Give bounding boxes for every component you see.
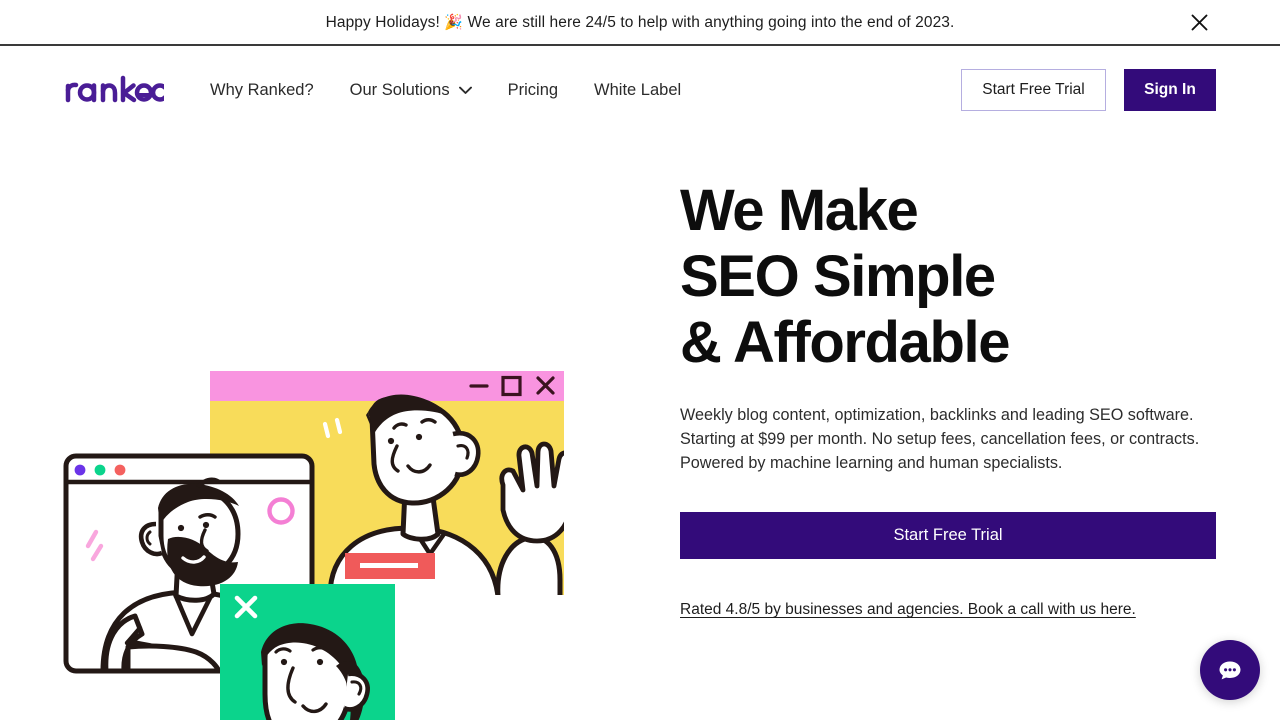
hero-copy: We Make SEO Simple & Affordable Weekly b…	[680, 178, 1225, 619]
hero-start-free-trial-button[interactable]: Start Free Trial	[680, 512, 1216, 559]
hero-title-line-1: We Make	[680, 178, 919, 243]
nav-item-pricing[interactable]: Pricing	[508, 81, 558, 100]
illustration-card-green	[220, 584, 395, 720]
hero-subtitle-line-2: Starting at $99 per month. No setup fees…	[680, 430, 1200, 448]
hero-subtitle-line-3: Powered by machine learning and human sp…	[680, 454, 1063, 472]
nav-label: White Label	[594, 80, 682, 99]
announcement-text-after: We are still here 24/5 to help with anyt…	[467, 13, 955, 31]
nav-item-our-solutions[interactable]: Our Solutions	[350, 81, 472, 100]
rating-book-call-link[interactable]: Rated 4.8/5 by businesses and agencies. …	[680, 601, 1136, 619]
ranked-logo[interactable]	[64, 73, 164, 107]
announcement-text-before: Happy Holidays!	[325, 13, 440, 31]
hero-subtitle: Weekly blog content, optimization, backl…	[680, 403, 1200, 475]
announcement-banner: Happy Holidays! 🎉 We are still here 24/5…	[0, 0, 1280, 46]
chat-bubble-icon	[1219, 661, 1241, 680]
hero-section: We Make SEO Simple & Affordable Weekly b…	[0, 134, 1280, 720]
chevron-down-icon	[458, 86, 472, 94]
nav-item-white-label[interactable]: White Label	[594, 81, 681, 100]
chat-widget-button[interactable]	[1200, 640, 1260, 700]
site-header: Why Ranked? Our Solutions Pricing White …	[0, 46, 1280, 134]
announcement-text: Happy Holidays! 🎉 We are still here 24/5…	[326, 13, 955, 32]
hero-subtitle-line-1: Weekly blog content, optimization, backl…	[680, 406, 1194, 424]
hero-title-line-3: & Affordable	[680, 310, 1010, 375]
nav-label: Our Solutions	[349, 80, 450, 99]
main-navigation: Why Ranked? Our Solutions Pricing White …	[210, 81, 681, 100]
header-actions: Start Free Trial Sign In	[961, 69, 1216, 111]
page-title: We Make SEO Simple & Affordable	[680, 178, 1225, 376]
sign-in-button[interactable]: Sign In	[1124, 69, 1216, 111]
nav-label: Pricing	[507, 80, 559, 99]
hero-title-line-2: SEO Simple	[680, 244, 996, 309]
nav-item-why-ranked[interactable]: Why Ranked?	[210, 81, 314, 100]
nav-label: Why Ranked?	[210, 80, 314, 99]
close-icon[interactable]	[1186, 9, 1212, 35]
start-free-trial-button[interactable]: Start Free Trial	[961, 69, 1106, 111]
hero-illustration	[0, 134, 640, 720]
party-popper-icon: 🎉	[444, 13, 464, 31]
